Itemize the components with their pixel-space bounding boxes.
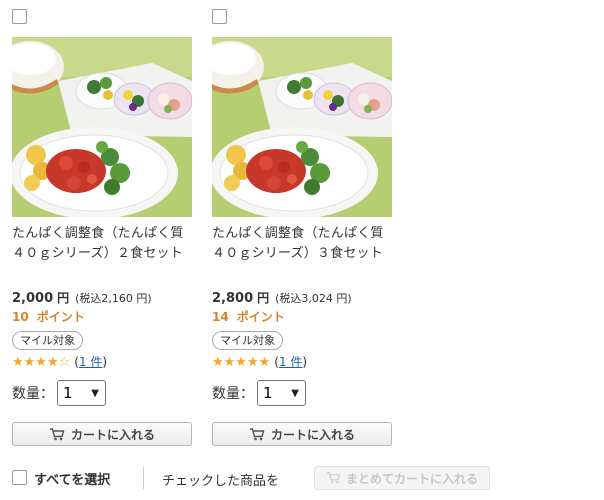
product-title[interactable]: たんぱく調整食（たんぱく質４０ｇシリーズ）２食セット <box>12 224 196 264</box>
points-label: ポイント <box>36 310 85 324</box>
product-select-checkbox[interactable] <box>12 9 27 24</box>
points-row: 14 ポイント <box>212 308 285 325</box>
add-to-cart-button[interactable]: カートに入れる <box>12 422 192 446</box>
rating-row: ★★★★☆ (1 件) <box>12 355 108 370</box>
add-to-cart-label: カートに入れる <box>270 427 355 442</box>
quantity-label: 数量： <box>212 386 254 402</box>
cart-icon <box>49 427 65 440</box>
product-select-checkbox[interactable] <box>212 9 227 24</box>
rating-row: ★★★★★ (1 件) <box>212 355 308 370</box>
cart-icon <box>249 427 265 440</box>
quantity-row: 数量： 1 ▼ <box>12 380 106 406</box>
product-price: 2,800 <box>212 291 254 306</box>
mile-badge: マイル対象 <box>212 331 283 350</box>
add-to-cart-label: カートに入れる <box>70 427 155 442</box>
price-row: 2,000 円 (税込2,160 円) <box>12 287 152 306</box>
mile-badge: マイル対象 <box>12 331 83 350</box>
product-price: 2,000 <box>12 291 54 306</box>
bulk-action-bar: すべてを選択 チェックした商品を まとめてカートに入れる <box>12 464 602 492</box>
quantity-row: 数量： 1 ▼ <box>212 380 306 406</box>
bulk-add-to-cart-button[interactable]: まとめてカートに入れる <box>314 466 490 490</box>
select-all-label[interactable]: すべてを選択 <box>34 469 110 488</box>
quantity-label: 数量： <box>12 386 54 402</box>
tax-included-price: (税込3,024 円) <box>275 292 352 305</box>
bulk-add-to-cart-label: まとめてカートに入れる <box>345 471 478 486</box>
select-all-checkbox[interactable] <box>12 470 27 485</box>
checked-items-label: チェックした商品を <box>162 474 280 489</box>
cart-icon <box>327 472 341 484</box>
points-value: 14 <box>212 310 229 324</box>
product-image[interactable] <box>212 37 392 217</box>
chevron-down-icon: ▼ <box>91 387 99 399</box>
price-currency: 円 <box>257 291 270 305</box>
points-row: 10 ポイント <box>12 308 85 325</box>
product-title[interactable]: たんぱく調整食（たんぱく質４０ｇシリーズ）３食セット <box>212 224 396 264</box>
quantity-select[interactable]: 1 ▼ <box>257 380 306 406</box>
quantity-value: 1 <box>263 384 273 402</box>
price-row: 2,800 円 (税込3,024 円) <box>212 287 352 306</box>
rating-stars: ★★★★★ <box>212 355 271 370</box>
add-to-cart-button[interactable]: カートに入れる <box>212 422 392 446</box>
rating-stars: ★★★★☆ <box>12 355 71 370</box>
quantity-value: 1 <box>63 384 73 402</box>
review-count-link[interactable]: 1 件 <box>79 355 102 369</box>
chevron-down-icon: ▼ <box>291 387 299 399</box>
review-count-link[interactable]: 1 件 <box>279 355 302 369</box>
points-label: ポイント <box>236 310 285 324</box>
divider <box>143 467 144 489</box>
product-image[interactable] <box>12 37 192 217</box>
tax-included-price: (税込2,160 円) <box>75 292 152 305</box>
quantity-select[interactable]: 1 ▼ <box>57 380 106 406</box>
points-value: 10 <box>12 310 29 324</box>
price-currency: 円 <box>57 291 70 305</box>
